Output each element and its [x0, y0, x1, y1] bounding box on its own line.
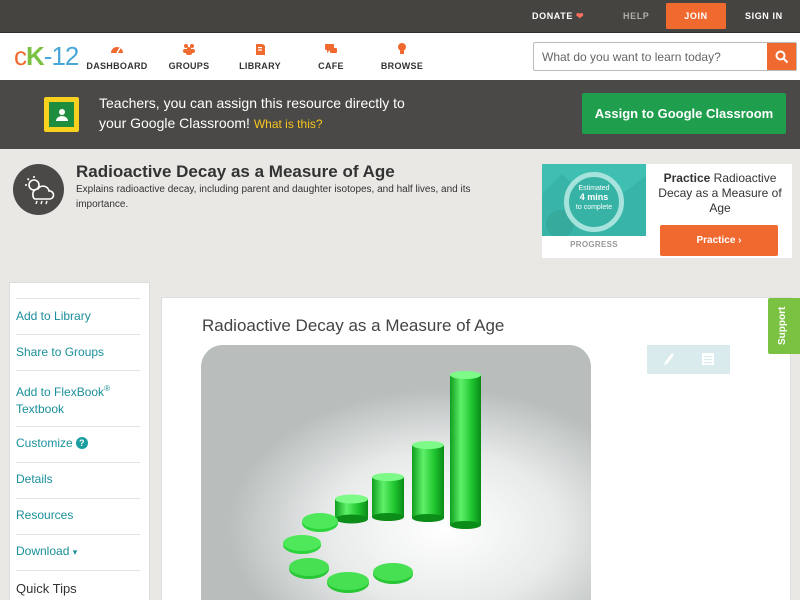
- chat-bubble-icon: [296, 42, 366, 58]
- library-icon: [225, 42, 295, 58]
- donate-label: DONATE: [532, 11, 573, 21]
- search-button[interactable]: [767, 43, 796, 70]
- nav-groups[interactable]: GROUPS: [154, 42, 224, 71]
- top-bar: DONATE ❤ HELP JOIN SIGN IN: [0, 0, 800, 33]
- join-button[interactable]: JOIN: [666, 3, 726, 29]
- nav-groups-label: GROUPS: [168, 61, 210, 71]
- sidebar-divider: [16, 370, 140, 371]
- search-icon: [775, 50, 789, 64]
- heart-icon: ❤: [575, 11, 585, 21]
- customize-label: Customize: [16, 436, 73, 450]
- sidebar-divider: [16, 426, 140, 427]
- ck12-logo[interactable]: cK-12: [14, 41, 79, 71]
- progress-graphic: Estimated 4 mins to complete: [542, 164, 646, 236]
- sidebar-item-details[interactable]: Details: [16, 471, 140, 488]
- practice-button-label: Practice: [696, 235, 736, 246]
- sidebar-item-download[interactable]: Download ▾: [16, 543, 140, 561]
- nav-library[interactable]: LIBRARY: [225, 42, 295, 71]
- quick-tips-heading: Quick Tips: [16, 581, 77, 596]
- sidebar: Add to Library Share to Groups Add to Fl…: [9, 282, 150, 600]
- help-icon[interactable]: ?: [75, 437, 88, 449]
- nav-cafe[interactable]: CAFE: [296, 42, 366, 71]
- nav-library-label: LIBRARY: [239, 61, 281, 71]
- sidebar-item-share-to-groups[interactable]: Share to Groups: [16, 344, 140, 361]
- progress-label: PROGRESS: [570, 240, 618, 249]
- resource-title: Radioactive Decay as a Measure of Age: [76, 162, 395, 181]
- sidebar-item-resources[interactable]: Resources: [16, 507, 140, 524]
- groups-icon: [154, 42, 224, 58]
- weather-icon: [13, 164, 64, 215]
- practice-title-bold: Practice: [663, 171, 711, 185]
- gc-line2: your Google Classroom!: [99, 115, 250, 131]
- dashboard-icon: [82, 42, 152, 58]
- google-classroom-message: Teachers, you can assign this resource d…: [99, 93, 459, 134]
- support-label: Support: [777, 306, 788, 345]
- lightbulb-icon: [367, 42, 437, 58]
- nav-dashboard[interactable]: DASHBOARD: [82, 42, 152, 71]
- registered-mark: ®: [104, 384, 110, 393]
- assign-google-classroom-button[interactable]: Assign to Google Classroom: [582, 93, 786, 134]
- what-is-this-link[interactable]: What is this?: [254, 117, 323, 131]
- decay-cylinders-image: [201, 345, 591, 600]
- logo-12: 12: [51, 41, 79, 71]
- ring-line1: Estimated: [578, 185, 610, 192]
- sidebar-divider: [16, 498, 140, 499]
- google-classroom-icon: [44, 97, 79, 132]
- caret-down-icon: ▾: [72, 547, 78, 557]
- practice-button[interactable]: Practice ›: [660, 225, 778, 256]
- sign-in-link[interactable]: SIGN IN: [745, 0, 783, 33]
- sidebar-divider: [16, 570, 140, 571]
- ring-mins: 4 mins: [579, 192, 609, 202]
- logo-k: K: [26, 41, 45, 71]
- help-link[interactable]: HELP: [623, 0, 649, 33]
- sidebar-divider: [16, 334, 140, 335]
- download-label: Download: [16, 544, 70, 558]
- nav-dashboard-label: DASHBOARD: [86, 61, 148, 71]
- sidebar-item-add-to-library[interactable]: Add to Library: [16, 308, 140, 325]
- sidebar-item-customize[interactable]: Customize?: [16, 435, 140, 452]
- textbook-label: Textbook: [16, 402, 65, 416]
- flexbook-label: Add to FlexBook: [16, 385, 105, 399]
- resource-description: Explains radioactive decay, including pa…: [76, 184, 471, 210]
- sidebar-divider: [16, 298, 140, 299]
- donate-link[interactable]: DONATE ❤: [532, 0, 584, 33]
- tools-panel: [647, 345, 730, 374]
- sidebar-divider: [16, 534, 140, 535]
- pencil-icon[interactable]: [663, 352, 675, 366]
- gc-line1: Teachers, you can assign this resource d…: [99, 95, 405, 111]
- logo-c: c: [14, 41, 27, 71]
- nav-cafe-label: CAFE: [318, 61, 344, 71]
- content-title: Radioactive Decay as a Measure of Age: [202, 316, 505, 335]
- search-input[interactable]: [534, 43, 768, 70]
- sidebar-item-add-to-flexbook[interactable]: Add to FlexBook® Textbook: [16, 380, 140, 418]
- notes-icon[interactable]: [701, 352, 715, 366]
- nav-browse-label: BROWSE: [380, 61, 424, 71]
- chevron-right-icon: ›: [738, 235, 742, 246]
- practice-title: Practice Radioactive Decay as a Measure …: [652, 171, 788, 216]
- ring-line3: to complete: [575, 204, 613, 211]
- sidebar-divider: [16, 462, 140, 463]
- nav-browse[interactable]: BROWSE: [367, 42, 437, 71]
- estimated-time: Estimated 4 mins to complete: [564, 184, 624, 212]
- support-tab[interactable]: Support: [768, 298, 800, 354]
- practice-card: Estimated 4 mins to complete PROGRESS Pr…: [542, 164, 792, 258]
- search-box: [533, 42, 797, 71]
